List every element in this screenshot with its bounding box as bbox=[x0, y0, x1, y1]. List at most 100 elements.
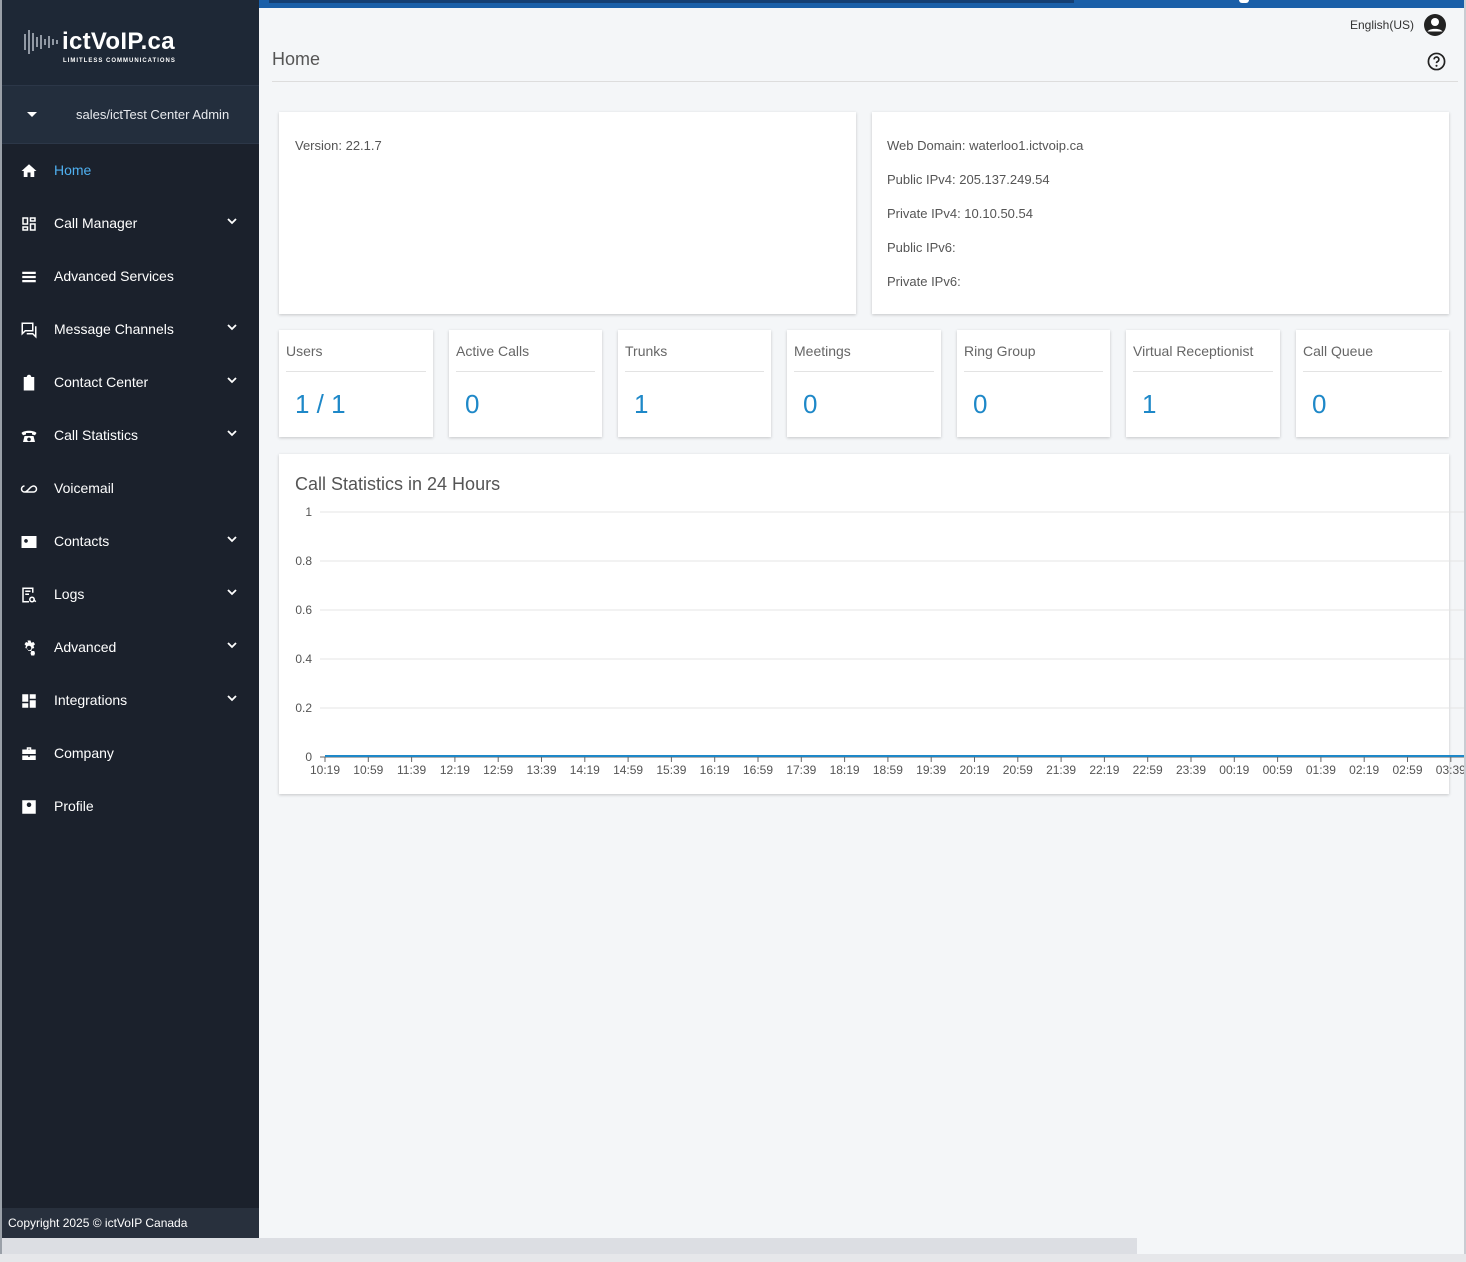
chevron-down-icon bbox=[227, 536, 237, 543]
x-tick-label: 00:19 bbox=[1219, 763, 1249, 777]
stat-label: Users bbox=[286, 343, 323, 359]
x-tick-label: 12:59 bbox=[483, 763, 513, 777]
stat-card-trunks[interactable]: Trunks 1 bbox=[618, 330, 771, 437]
stat-value: 1 / 1 bbox=[295, 389, 346, 419]
divider bbox=[794, 371, 934, 372]
settings-icon bbox=[24, 640, 35, 656]
stat-value: 0 bbox=[973, 389, 988, 419]
sidebar-item-voicemail[interactable]: Voicemail bbox=[2, 462, 259, 515]
x-tick-label: 13:39 bbox=[526, 763, 556, 777]
x-tick-label: 03:39 bbox=[1436, 763, 1464, 777]
account-name: sales/ictTest Center Admin bbox=[76, 107, 230, 122]
sidebar: ictVoIP.ca LIMITLESS COMMUNICATIONS sale… bbox=[2, 0, 259, 1238]
stat-card-users[interactable]: Users 1 / 1 bbox=[279, 330, 433, 437]
window-edge bbox=[0, 1254, 1466, 1262]
copyright-text: Copyright 2025 © ictVoIP Canada bbox=[8, 1216, 188, 1230]
sidebar-item-logs[interactable]: Logs bbox=[2, 568, 259, 621]
divider bbox=[286, 371, 426, 372]
logo-tagline: LIMITLESS COMMUNICATIONS bbox=[63, 58, 176, 64]
sidebar-item-company[interactable]: Company bbox=[2, 727, 259, 780]
x-tick-label: 10:59 bbox=[353, 763, 383, 777]
chevron-down-icon bbox=[227, 324, 237, 331]
sidebar-item-label: Advanced Services bbox=[54, 268, 174, 284]
sidebar-item-label: Company bbox=[54, 745, 114, 761]
x-tick-label: 02:19 bbox=[1349, 763, 1379, 777]
sidebar-item-call-statistics[interactable]: Call Statistics bbox=[2, 409, 259, 462]
phone-icon bbox=[21, 430, 37, 442]
chat-icon bbox=[21, 322, 37, 339]
stat-label: Virtual Receptionist bbox=[1133, 343, 1254, 359]
stat-card-call-queue[interactable]: Call Queue 0 bbox=[1296, 330, 1449, 437]
sidebar-item-message-channels[interactable]: Message Channels bbox=[2, 303, 259, 356]
briefcase-icon bbox=[22, 747, 36, 760]
sidebar-item-home[interactable]: Home bbox=[2, 144, 259, 197]
stat-label: Ring Group bbox=[964, 343, 1036, 359]
stat-value: 0 bbox=[1312, 389, 1327, 419]
sidebar-item-integrations[interactable]: Integrations bbox=[2, 674, 259, 727]
logo-text: ictVoIP.ca bbox=[62, 28, 175, 55]
x-tick-label: 22:59 bbox=[1133, 763, 1163, 777]
chevron-down-icon bbox=[227, 642, 237, 649]
sidebar-item-label: Call Manager bbox=[54, 215, 138, 231]
x-tick-label: 01:39 bbox=[1306, 763, 1336, 777]
call-statistics-chart: 0 0.2 0.4 0.6 0.8 1 10:19 10:59 11:39 12:19 12:59 1… bbox=[295, 505, 1464, 777]
x-tick-label: 22:19 bbox=[1089, 763, 1119, 777]
chart-title: Call Statistics in 24 Hours bbox=[295, 474, 501, 494]
x-tick-label: 10:19 bbox=[310, 763, 340, 777]
divider bbox=[1133, 371, 1273, 372]
stat-value: 0 bbox=[803, 389, 818, 419]
x-tick-label: 15:39 bbox=[656, 763, 686, 777]
y-tick-label: 0.6 bbox=[295, 603, 312, 617]
sidebar-item-label: Call Statistics bbox=[54, 427, 139, 443]
x-tick-label: 20:19 bbox=[959, 763, 989, 777]
x-tick-label: 14:19 bbox=[570, 763, 600, 777]
top-bar bbox=[259, 0, 1466, 8]
chevron-down-icon bbox=[227, 589, 237, 596]
clipboard-icon bbox=[23, 374, 35, 391]
public-ipv4: Public IPv4: 205.137.249.54 bbox=[887, 172, 1050, 187]
stat-card-ring-group[interactable]: Ring Group 0 bbox=[957, 330, 1110, 437]
log-search-icon bbox=[22, 587, 37, 603]
horizontal-scrollbar[interactable] bbox=[2, 1238, 1137, 1254]
sidebar-item-label: Message Channels bbox=[54, 321, 174, 337]
public-ipv6: Public IPv6: bbox=[887, 240, 956, 255]
language-selector[interactable]: English(US) bbox=[1350, 18, 1414, 32]
logo[interactable]: ictVoIP.ca LIMITLESS COMMUNICATIONS bbox=[2, 0, 259, 86]
y-tick-label: 1 bbox=[305, 505, 312, 519]
x-tick-label: 16:59 bbox=[743, 763, 773, 777]
sidebar-item-contact-center[interactable]: Contact Center bbox=[2, 356, 259, 409]
divider bbox=[272, 81, 1458, 82]
profile-icon bbox=[22, 800, 36, 814]
sidebar-item-call-manager[interactable]: Call Manager bbox=[2, 197, 259, 250]
logo-waveform-icon bbox=[24, 30, 58, 54]
sidebar-item-advanced-services[interactable]: Advanced Services bbox=[2, 250, 259, 303]
y-tick-label: 0.8 bbox=[295, 554, 312, 568]
sidebar-item-label: Contacts bbox=[54, 533, 110, 549]
stat-label: Call Queue bbox=[1303, 343, 1374, 359]
stat-card-virtual-receptionist[interactable]: Virtual Receptionist 1 bbox=[1126, 330, 1280, 437]
divider bbox=[964, 371, 1103, 372]
account-circle-icon[interactable] bbox=[1423, 13, 1447, 37]
x-tick-label: 23:39 bbox=[1176, 763, 1206, 777]
x-tick-label: 16:19 bbox=[700, 763, 730, 777]
y-tick-label: 0.4 bbox=[295, 652, 312, 666]
sidebar-item-contacts[interactable]: Contacts bbox=[2, 515, 259, 568]
sidebar-item-label: Home bbox=[54, 162, 92, 178]
stat-card-meetings[interactable]: Meetings 0 bbox=[787, 330, 941, 437]
stat-label: Active Calls bbox=[456, 343, 530, 359]
sidebar-item-profile[interactable]: Profile bbox=[2, 780, 259, 833]
help-icon[interactable] bbox=[1427, 52, 1446, 71]
x-tick-label: 14:59 bbox=[613, 763, 643, 777]
network-info-card: Web Domain: waterloo1.ictvoip.ca Public … bbox=[872, 112, 1449, 314]
stat-label: Meetings bbox=[794, 343, 851, 359]
sidebar-item-advanced[interactable]: Advanced bbox=[2, 621, 259, 674]
chevron-down-icon bbox=[227, 695, 237, 702]
divider bbox=[625, 371, 764, 372]
account-switcher[interactable]: sales/ictTest Center Admin bbox=[2, 86, 259, 144]
scrollbar-track bbox=[1137, 1238, 1466, 1254]
divider bbox=[1303, 371, 1442, 372]
stat-card-active-calls[interactable]: Active Calls 0 bbox=[449, 330, 602, 437]
x-tick-label: 19:39 bbox=[916, 763, 946, 777]
caret-down-icon bbox=[27, 112, 37, 117]
stat-value: 1 bbox=[634, 389, 649, 419]
